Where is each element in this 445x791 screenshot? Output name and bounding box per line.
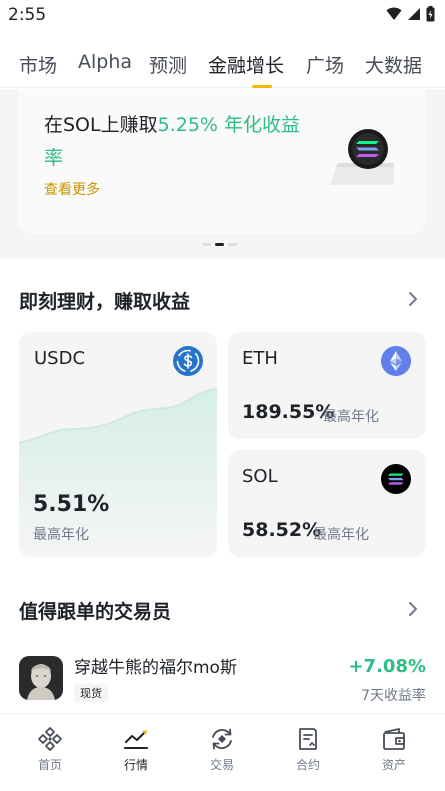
battery-icon (426, 6, 435, 22)
nav-trade[interactable]: 交易 (192, 726, 252, 773)
usdc-earn-card[interactable]: USDC 5.51% 最高年化 (19, 332, 217, 557)
wifi-icon (386, 7, 402, 20)
sol-coin-illustration (330, 129, 394, 185)
chevron-right-icon[interactable] (407, 291, 419, 307)
carousel-dot (202, 243, 211, 246)
carousel-indicator (202, 243, 237, 246)
sol-earn-card[interactable]: SOL 58.52% 最高年化 (228, 450, 426, 557)
active-tab-indicator (252, 85, 272, 88)
eth-rate: 189.55% (242, 401, 335, 423)
markets-icon (124, 730, 148, 749)
home-icon (38, 727, 62, 751)
nav-wallet-label: 资产 (381, 758, 406, 772)
eth-name: ETH (242, 348, 278, 369)
nav-home[interactable]: 首页 (20, 726, 80, 773)
tab-market[interactable]: 市场 (19, 51, 57, 78)
banner-see-more-link[interactable]: 查看更多 (44, 179, 100, 199)
banner-title: 在SOL上赚取5.25% 年化收益率 (44, 109, 314, 175)
nav-wallet[interactable]: 资产 (364, 726, 424, 773)
tab-square[interactable]: 广场 (306, 51, 344, 78)
nav-markets-label: 行情 (123, 758, 148, 772)
sol-coin-icon (381, 464, 411, 494)
carousel-dot (228, 243, 237, 246)
trader-return-label: 7天收益率 (361, 688, 426, 704)
status-bar: 2:55 (0, 0, 445, 32)
sol-rate-label: 最高年化 (313, 527, 369, 543)
trader-avatar (19, 656, 63, 700)
sol-name: SOL (242, 466, 278, 487)
tab-big-data[interactable]: 大数据 (365, 51, 422, 78)
nav-futures[interactable]: 合约 (278, 726, 338, 773)
wallet-icon (383, 728, 405, 750)
trader-name: 穿越牛熊的福尔mo斯 (74, 658, 237, 678)
sol-rate: 58.52% (242, 519, 322, 541)
tab-earn-growth[interactable]: 金融增长 (208, 51, 284, 78)
tab-alpha[interactable]: Alpha (78, 51, 132, 73)
usdc-rate: 5.51% (33, 492, 110, 517)
usdc-coin-icon (173, 346, 203, 376)
nav-futures-label: 合约 (295, 758, 320, 772)
trader-list-item[interactable]: 穿越牛熊的福尔mo斯 现货 +7.08% 7天收益率 (0, 650, 445, 712)
usdc-rate-label: 最高年化 (33, 527, 89, 543)
traders-section-title: 值得跟单的交易员 (19, 601, 172, 623)
banner-title-prefix: 在SOL上赚取 (44, 114, 158, 136)
trade-icon (212, 728, 232, 750)
promo-banner[interactable]: 在SOL上赚取5.25% 年化收益率 查看更多 (18, 89, 426, 234)
top-tabs: 市场 Alpha 预测 金融增长 广场 大数据 (0, 42, 445, 88)
eth-coin-icon (381, 346, 411, 376)
nav-home-label: 首页 (37, 758, 62, 772)
nav-markets[interactable]: 行情 (106, 726, 166, 773)
signal-icon (408, 8, 420, 20)
tab-prediction[interactable]: 预测 (149, 51, 187, 78)
status-time: 2:55 (8, 5, 47, 25)
bottom-navigation: 首页 行情 交易 合约 资产 (0, 713, 445, 791)
trader-tag-badge: 现货 (74, 684, 108, 702)
trader-return-pct: +7.08% (348, 656, 426, 677)
chevron-right-icon[interactable] (407, 601, 419, 617)
futures-icon (299, 728, 317, 750)
usdc-name: USDC (34, 348, 86, 369)
eth-rate-label: 最高年化 (323, 409, 379, 425)
earn-section-title: 即刻理财，赚取收益 (19, 291, 191, 313)
nav-trade-label: 交易 (209, 758, 234, 772)
carousel-dot-active (215, 243, 224, 246)
eth-earn-card[interactable]: ETH 189.55% 最高年化 (228, 332, 426, 439)
status-icons (386, 6, 435, 22)
